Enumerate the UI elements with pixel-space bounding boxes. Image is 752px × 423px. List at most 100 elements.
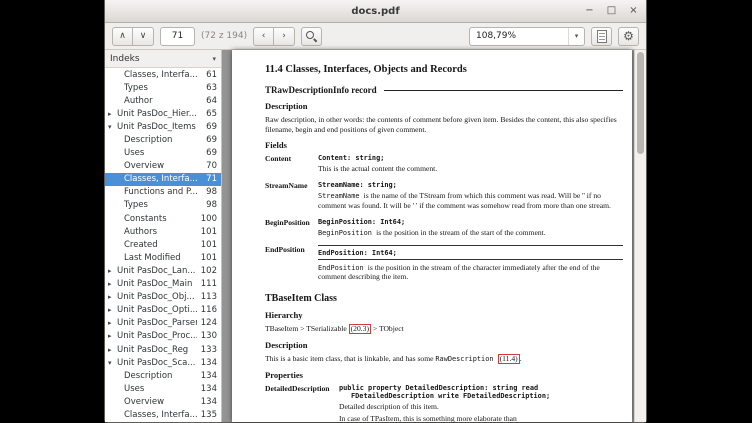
index-item[interactable]: ▸ Unit PasDoc_Main 111: [105, 278, 221, 291]
history-back-button[interactable]: ‹: [253, 27, 274, 46]
expander-icon[interactable]: ▸: [108, 306, 117, 314]
pdf-page[interactable]: 11.4 Classes, Interfaces, Objects and Re…: [232, 50, 632, 422]
previous-page-button[interactable]: ∧: [112, 27, 133, 46]
minimize-icon[interactable]: −: [583, 5, 596, 18]
titlebar[interactable]: docs.pdf − □ ×: [105, 0, 646, 23]
index-item-page: 64: [202, 96, 217, 106]
index-item[interactable]: ▸ Unit PasDoc_Obj... 113: [105, 291, 221, 304]
field-description-code: EndPosition: [318, 264, 368, 272]
next-page-button[interactable]: ∨: [133, 27, 154, 46]
field-body: BeginPosition: Int64; BeginPosition is t…: [318, 218, 623, 240]
expander-icon[interactable]: ▾: [108, 359, 117, 367]
page-count-label: (72 z 194): [201, 31, 247, 41]
index-item[interactable]: Types 63: [105, 81, 221, 94]
property-declaration-line1: public property DetailedDescription: str…: [339, 384, 623, 392]
hierarchy-link[interactable]: (20.3): [349, 324, 371, 334]
expander-icon[interactable]: ▸: [108, 293, 117, 301]
index-item-page: 133: [197, 345, 217, 355]
index-item-label: Unit PasDoc_Proc...: [117, 331, 197, 341]
index-item[interactable]: Uses 69: [105, 147, 221, 160]
index-item[interactable]: Overview 70: [105, 160, 221, 173]
main-area: Indeks ▾ Classes, Interfa... 61 Types 63…: [105, 50, 646, 422]
field-description: BeginPosition is the position in the str…: [318, 228, 623, 238]
index-item[interactable]: ▸ Unit PasDoc_Reg 133: [105, 343, 221, 356]
close-icon[interactable]: ×: [627, 5, 640, 18]
scrollbar-thumb[interactable]: [637, 52, 644, 154]
index-item[interactable]: Classes, Interfa... 61: [105, 68, 221, 81]
index-item-label: Types: [124, 200, 148, 210]
vertical-scrollbar[interactable]: [634, 50, 646, 422]
index-item-label: Unit PasDoc_Parser: [117, 318, 197, 328]
index-item[interactable]: ▸ Unit PasDoc_Lan... 102: [105, 264, 221, 277]
index-item[interactable]: ▸ Unit PasDoc_Hier... 65: [105, 107, 221, 120]
expander-icon[interactable]: ▸: [108, 332, 117, 340]
sidebar-mode-label: Indeks: [110, 54, 140, 64]
index-item[interactable]: Constants 100: [105, 212, 221, 225]
hierarchy-line: TBaseItem > TSerializable (20.3) > TObje…: [265, 324, 623, 334]
index-item-page: 124: [197, 318, 217, 328]
index-item-label: Functions and P...: [124, 187, 198, 197]
index-item-page: 69: [202, 148, 217, 158]
record-heading-row: TRawDescriptionInfo record: [265, 85, 623, 95]
index-item[interactable]: Types 98: [105, 199, 221, 212]
maximize-icon[interactable]: □: [605, 5, 618, 18]
index-item-label: Unit PasDoc_Sca...: [117, 358, 195, 368]
chevron-down-icon: ▾: [212, 55, 216, 63]
index-item-label: Overview: [124, 397, 164, 407]
index-item-page: 111: [197, 279, 217, 289]
description-heading: Description: [265, 101, 623, 111]
index-item[interactable]: Last Modified 101: [105, 251, 221, 264]
index-item[interactable]: ▾ Unit PasDoc_Items 69: [105, 120, 221, 133]
index-item[interactable]: Authors 101: [105, 225, 221, 238]
field-body: StreamName: string; StreamName is the na…: [318, 181, 623, 213]
settings-button[interactable]: ⚙: [618, 27, 639, 46]
pdf-viewer-window: docs.pdf − □ × ∧ ∨ 71 (72 z 194) ‹ › 108…: [104, 0, 647, 423]
index-item[interactable]: Functions and P... 98: [105, 186, 221, 199]
index-item[interactable]: ▸ Unit PasDoc_Opti... 116: [105, 304, 221, 317]
expander-icon[interactable]: ▸: [108, 267, 117, 275]
zoom-selector[interactable]: 108,79% ▾: [469, 27, 585, 46]
index-item-page: 134: [197, 358, 217, 368]
titlebar-buttons: − □ ×: [583, 0, 640, 22]
field-declaration: StreamName: string;: [318, 181, 623, 189]
search-icon: [306, 31, 317, 42]
index-item[interactable]: Overview 134: [105, 395, 221, 408]
expander-icon[interactable]: ▸: [108, 346, 117, 354]
history-forward-button[interactable]: ›: [274, 27, 295, 46]
expander-icon[interactable]: ▸: [108, 319, 117, 327]
index-item-page: 135: [197, 410, 217, 420]
expander-icon[interactable]: ▸: [108, 280, 117, 288]
index-item[interactable]: Description 69: [105, 133, 221, 146]
index-item[interactable]: Description 134: [105, 369, 221, 382]
field-description: StreamName is the name of the TStream fr…: [318, 191, 623, 211]
index-item[interactable]: ▾ Unit PasDoc_Sca... 134: [105, 356, 221, 369]
class-description-link[interactable]: (11.4): [498, 354, 520, 364]
search-button[interactable]: [301, 27, 322, 46]
page-view-icon: [597, 30, 607, 43]
index-item-label: Unit PasDoc_Obj...: [117, 292, 195, 302]
index-item[interactable]: Created 101: [105, 238, 221, 251]
property-declaration-line2: FDetailedDescription write FDetailedDesc…: [339, 392, 623, 400]
expander-icon[interactable]: ▾: [108, 123, 117, 131]
expander-icon[interactable]: ▸: [108, 110, 117, 118]
page-number-input[interactable]: 71: [160, 27, 195, 46]
index-item[interactable]: ▸ Unit PasDoc_Proc... 130: [105, 330, 221, 343]
sidebar-mode-selector[interactable]: Indeks ▾: [105, 50, 221, 68]
class-description-period: .: [520, 354, 522, 363]
hierarchy-pre: TBaseItem > TSerializable: [265, 324, 349, 333]
chevron-right-icon: ›: [282, 31, 286, 41]
index-item[interactable]: Classes, Interfa... 71: [105, 173, 221, 186]
index-item-page: 71: [202, 174, 217, 184]
index-item[interactable]: Author 64: [105, 94, 221, 107]
page-view-button[interactable]: [591, 27, 612, 46]
index-item-page: 101: [197, 240, 217, 250]
index-item-label: Unit PasDoc_Items: [117, 122, 196, 132]
property-row: DetailedDescription public property Deta…: [265, 384, 623, 422]
index-item[interactable]: Classes, Interfa... 135: [105, 408, 221, 421]
index-item[interactable]: Uses 134: [105, 382, 221, 395]
zoom-dropdown-icon[interactable]: ▾: [568, 28, 584, 45]
property-description-2-text: In case of TPasItem, this is something m…: [339, 414, 517, 422]
index-item[interactable]: ▸ Unit PasDoc_Parser 124: [105, 317, 221, 330]
field-name: EndPosition: [265, 245, 318, 285]
fields-heading: Fields: [265, 140, 623, 150]
